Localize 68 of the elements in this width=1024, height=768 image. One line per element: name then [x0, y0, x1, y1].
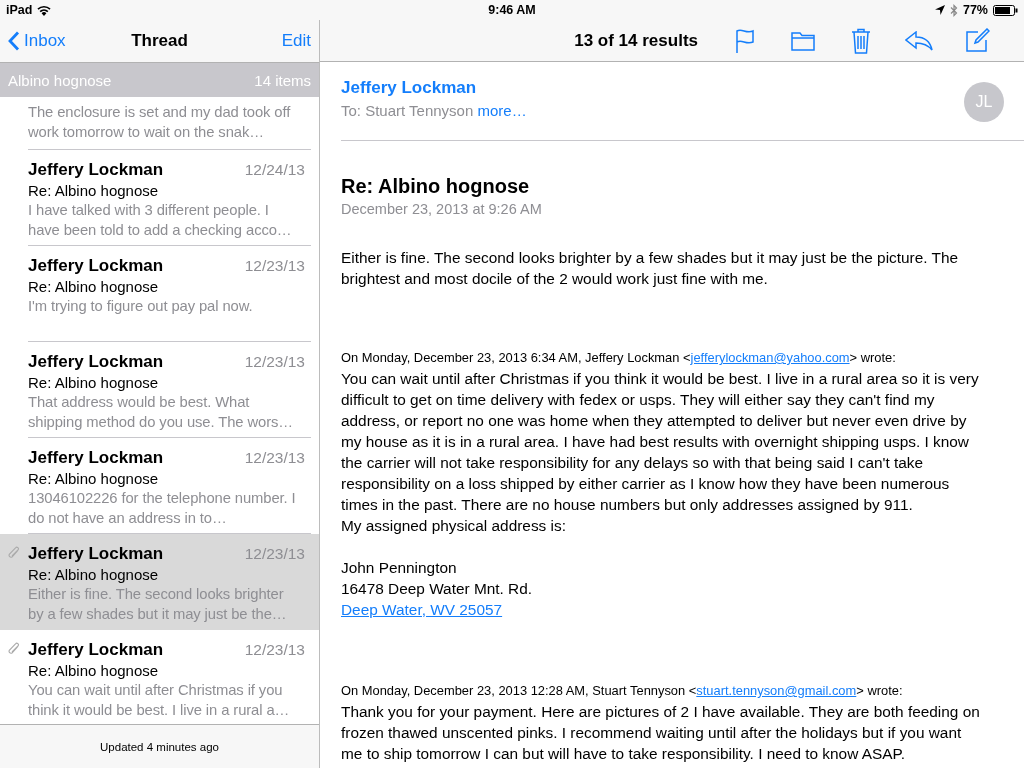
message-date: December 23, 2013 at 9:26 AM [341, 201, 543, 217]
quote-header: On Monday, December 23, 2013 12:28 AM, Stuart Tennyson <stuart.tennyson@gmail.com> wrote: [341, 682, 904, 699]
sender-name: Jeffery Lockman [28, 448, 164, 468]
message-date: 12/23/13 [244, 353, 306, 371]
message-subject: Re: Albino hognose [28, 566, 160, 583]
thread-title: Albino hognose [8, 71, 112, 89]
address-line: John Pennington [341, 558, 458, 578]
battery-percent: 77% [962, 3, 988, 17]
results-count: 13 of 14 results [574, 30, 698, 51]
wifi-icon [37, 4, 52, 16]
message-list-item[interactable]: Jeffery Lockman 12/23/13 Re: Albino hognose That address would be best. What shipping method do you use. The wors… [0, 342, 319, 438]
quoted-text: You can wait until after Christmas if you think it would be best. I live in a rural area so it is very difficult to get on time delivery with fedex or usps. They will either say they can't find my address, or report no one was home when they attempted to deliver but never even drive by my house as it is in a rural area. I have had best results with overnight shipping usps. I know the carrier will not take responsibility for any delays so with that being said I can't take responsibility on a loss shipped by either carrier as I know how they have been numerous times in the past. There are no house numbers but only addresses assigned by 911. [341, 369, 980, 515]
sender-name: Jeffery Lockman [28, 544, 164, 564]
sender-name: Jeffery Lockman [28, 640, 164, 660]
message-date: 12/23/13 [244, 545, 306, 563]
message-subject: Re: Albino hognose [28, 374, 160, 391]
quoted-text: Thank you for your payment. Here are pictures of 2 I have available. They are both feeding on frozen thawed unscented pinks. I recommend waiting until after the holidays but if you want me to ship tomorrow I can but will have to take responsibility. I need to know ASAP. [341, 702, 981, 764]
clock: 9:46 AM [488, 3, 536, 17]
message-list-item[interactable]: Jeffery Lockman 12/23/13 Re: Albino hognose I'm trying to figure out pay pal now. [0, 246, 319, 342]
message-body: Either is fine. The second looks brighter by a few shades but it may just be the picture. The brightest and most docile of the 2 would work just fine with me. [341, 248, 960, 289]
flag-icon [735, 27, 755, 54]
email-link[interactable]: jefferylockman@yahoo.com [690, 350, 850, 365]
message-date: 12/23/13 [244, 641, 306, 659]
sender-name: Jeffery Lockman [28, 352, 164, 372]
compose-icon [964, 28, 990, 53]
sender-name: Jeffery Lockman [28, 160, 164, 180]
message-subject: Re: Albino hognose [28, 278, 160, 295]
recipient-line: To: Stuart Tennyson [341, 102, 474, 119]
message-preview: The enclosure is set and my dad took off work tomorrow to wait on the snak… [28, 103, 292, 142]
message-list-item[interactable]: Jeffery Lockman 12/23/13 Re: Albino hognose Either is fine. The second looks brighter by a few shades but it may just be the… [0, 534, 319, 630]
bluetooth-icon [949, 3, 958, 17]
message-subject: Re: Albino hognose [28, 182, 160, 199]
reply-icon [905, 30, 933, 51]
sender-name: Jeffery Lockman [28, 256, 164, 276]
quote-header: On Monday, December 23, 2013 6:34 AM, Jeffery Lockman <jefferylockman@yahoo.com> wrote: [341, 349, 897, 366]
address-line: 16478 Deep Water Mnt. Rd. [341, 579, 534, 599]
message-list-item[interactable]: Jeffery Lockman 12/24/13 Re: Albino hognose I have talked with 3 different people. I have been told to add a checking acco… [0, 150, 319, 246]
message-preview: I have talked with 3 different people. I have been told to add a checking acco… [28, 201, 293, 240]
update-status: Updated 4 minutes ago [100, 740, 219, 753]
message-subject: Re: Albino hognose [28, 662, 160, 679]
edit-button[interactable]: Edit [281, 31, 311, 51]
message-preview: I'm trying to figure out pay pal now. [28, 297, 254, 316]
message-preview: 13046102226 for the telephone number. I do not have an address in to… [28, 489, 297, 528]
more-link[interactable]: more… [477, 102, 527, 119]
message-list-item[interactable]: The enclosure is set and my dad took off work tomorrow to wait on the snak… [0, 97, 319, 150]
email-link[interactable]: stuart.tennyson@gmail.com [696, 683, 857, 698]
address-link[interactable]: Deep Water, WV 25057 [341, 601, 503, 618]
message-list-item[interactable]: Jeffery Lockman 12/23/13 Re: Albino hognose You can wait until after Christmas if you think it would be best. I live in a rural a… [0, 630, 319, 724]
nav-title: Thread [131, 31, 188, 51]
chevron-left-icon [8, 31, 20, 51]
sender-name[interactable]: Jeffery Lockman [341, 78, 964, 98]
message-date: 12/23/13 [244, 257, 306, 275]
location-arrow-icon [934, 5, 945, 15]
item-count: 14 items [254, 71, 311, 89]
message-date: 12/24/13 [244, 161, 306, 179]
message-preview: Either is fine. The second looks brighter by a few shades but it may just be the… [28, 585, 288, 624]
message-date: 12/23/13 [244, 449, 306, 467]
trash-icon [851, 27, 871, 54]
avatar: JL [964, 82, 1004, 122]
message-preview: That address would be best. What shipping method do you use. The wors… [28, 393, 294, 432]
folder-icon [791, 30, 815, 51]
message-subject: Re: Albino hognose [341, 175, 531, 198]
message-preview: You can wait until after Christmas if you think it would be best. I live in a rural a… [28, 681, 291, 720]
back-button[interactable]: Inbox [8, 31, 66, 51]
quoted-text: My assigned physical address is: [341, 516, 567, 536]
message-subject: Re: Albino hognose [28, 470, 160, 487]
battery-icon [993, 4, 1018, 16]
device-label: iPad [6, 3, 33, 17]
